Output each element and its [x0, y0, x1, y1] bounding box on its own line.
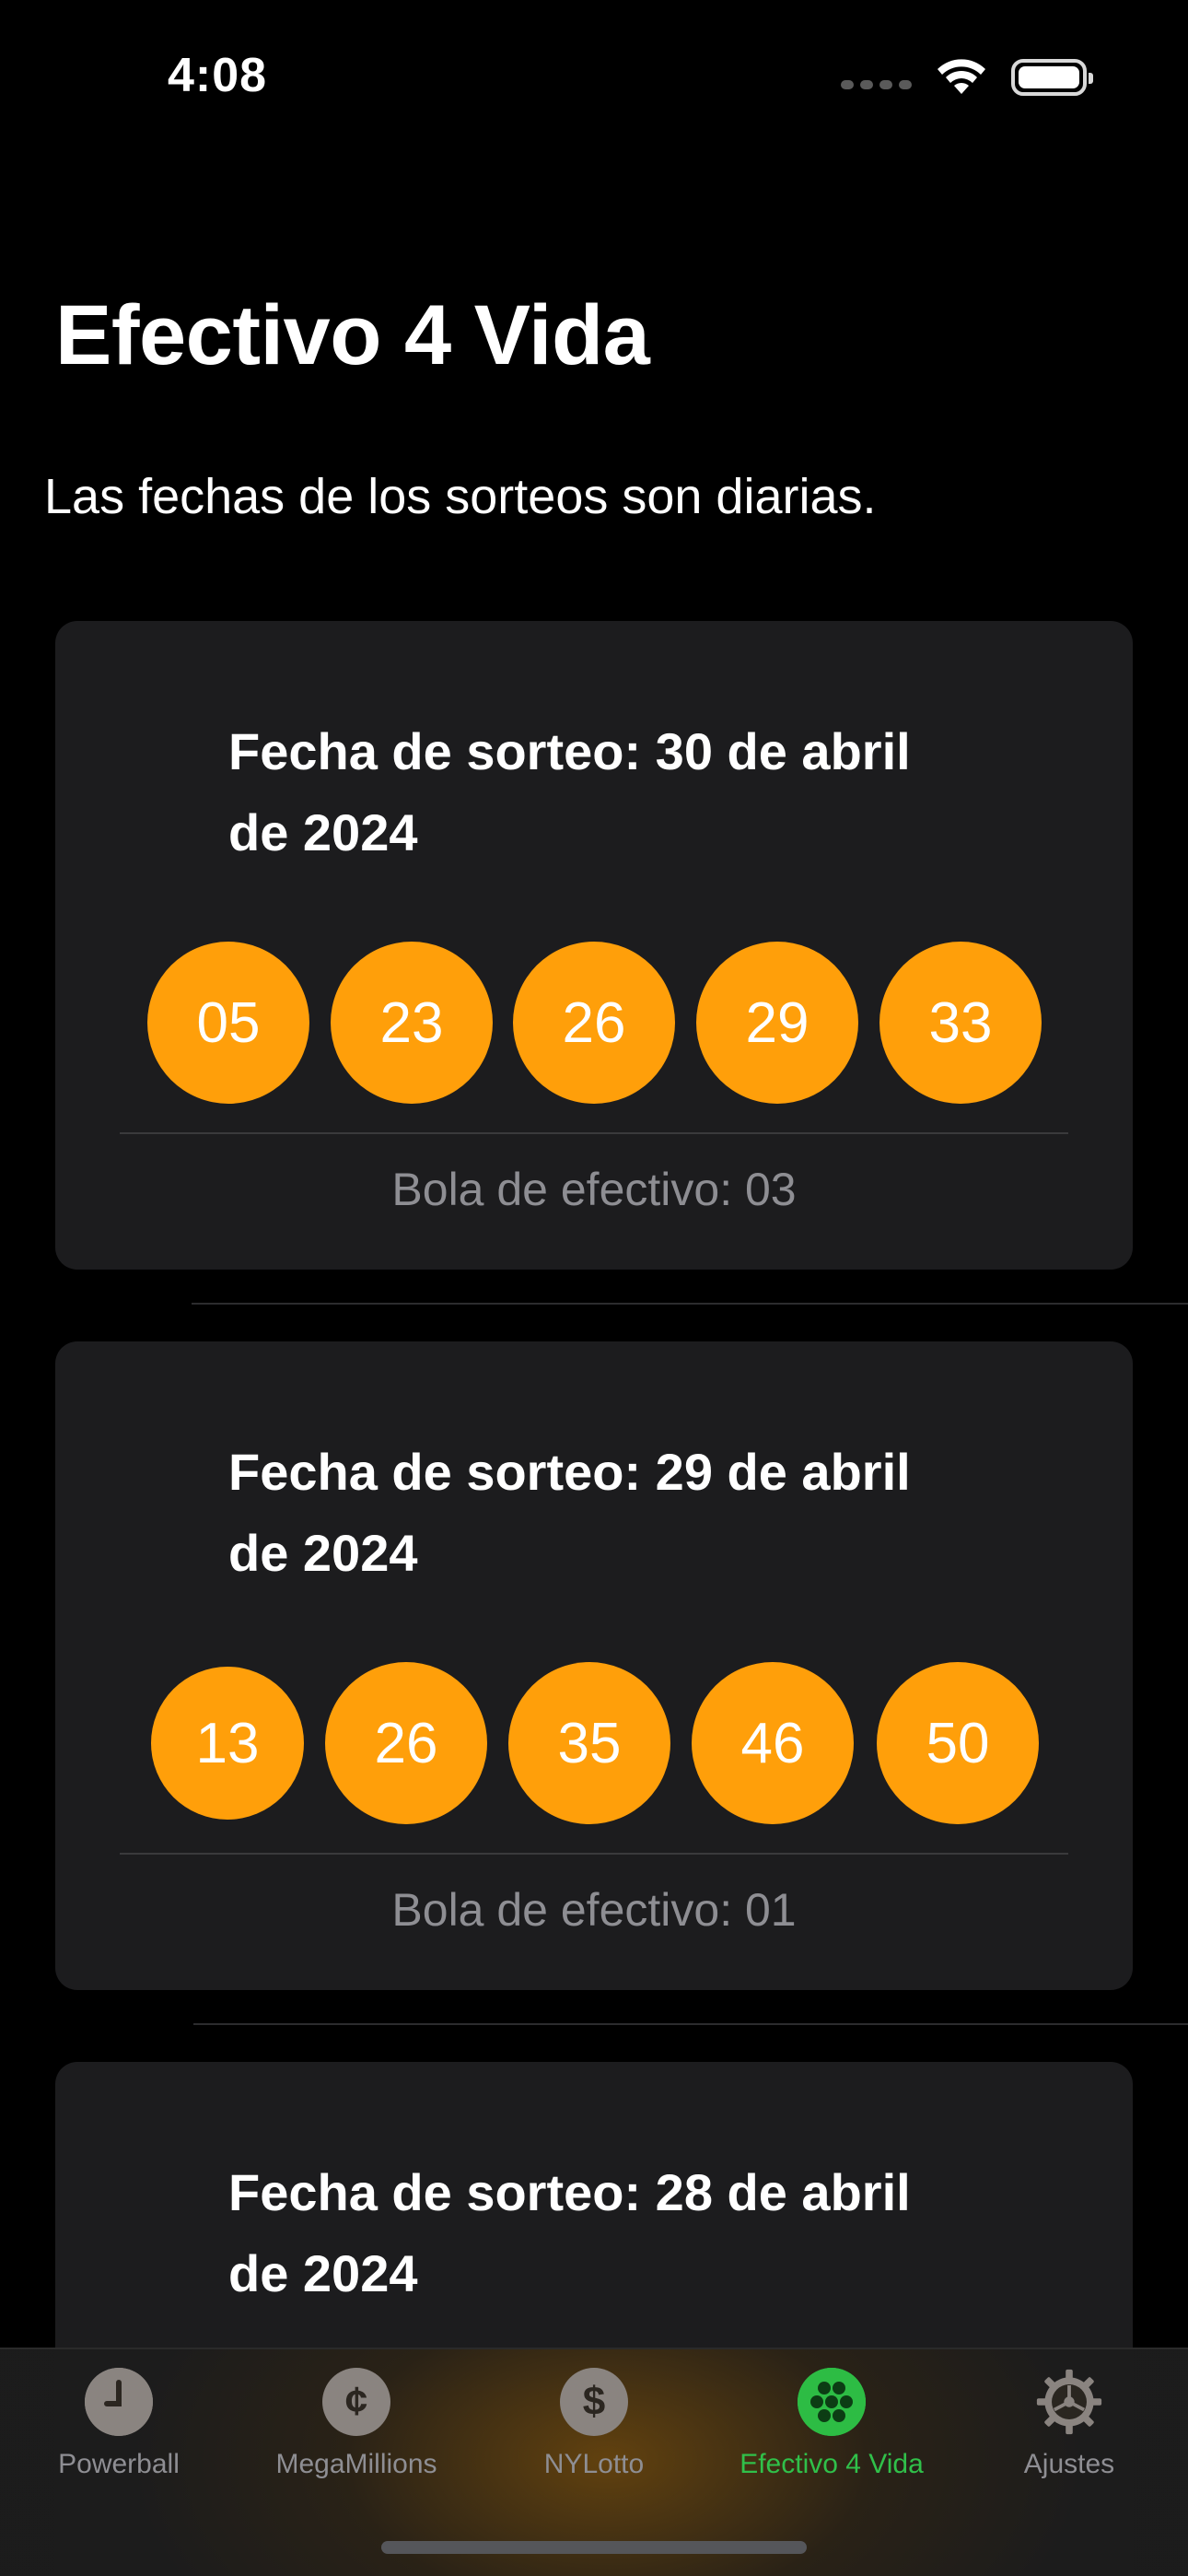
list-separator: [193, 2023, 1188, 2025]
cellular-signal-icon: [841, 80, 912, 89]
clock-icon: [85, 2368, 153, 2436]
list-separator: [192, 1303, 1188, 1305]
draw-date: Fecha de sorteo: 29 de abril de 2024: [228, 1432, 965, 1594]
number-ball: 35: [508, 1662, 670, 1824]
draw-date-line1: Fecha de sorteo: 28 de abril: [228, 2163, 911, 2221]
wifi-icon: [938, 59, 985, 94]
tab-label: Efectivo 4 Vida: [740, 2449, 924, 2479]
tab-label: Ajustes: [1023, 2449, 1115, 2479]
cash-ball-label: Bola de efectivo: 01: [391, 1884, 797, 1936]
number-ball: 50: [877, 1662, 1039, 1824]
tab-label: NYLotto: [543, 2449, 645, 2479]
draw-date-line2: de 2024: [228, 1524, 418, 1582]
number-ball: 05: [147, 942, 309, 1104]
tab-megamillions[interactable]: ¢ MegaMillions: [238, 2368, 475, 2480]
balls-icon: [798, 2368, 866, 2436]
dollar-icon: $: [560, 2368, 628, 2436]
page-title: Efectivo 4 Vida: [55, 288, 650, 382]
number-ball: 33: [879, 942, 1042, 1104]
home-indicator[interactable]: [381, 2541, 807, 2554]
tab-label: MegaMillions: [275, 2449, 437, 2479]
tab-ajustes[interactable]: Ajustes: [950, 2368, 1188, 2480]
status-icons: [841, 57, 1093, 98]
draw-date-line1: Fecha de sorteo: 29 de abril: [228, 1443, 911, 1501]
number-ball: 26: [513, 942, 675, 1104]
page-subtitle: Las fechas de los sorteos son diarias.: [44, 469, 877, 524]
winning-numbers: 05 23 26 29 33: [55, 942, 1133, 1104]
draw-card[interactable]: Fecha de sorteo: 29 de abril de 2024 13 …: [55, 1341, 1133, 1990]
number-ball: 46: [692, 1662, 854, 1824]
number-ball: 29: [696, 942, 858, 1104]
draw-date-line1: Fecha de sorteo: 30 de abril: [228, 722, 911, 780]
number-ball: 26: [325, 1662, 487, 1824]
draw-date-line2: de 2024: [228, 2244, 418, 2302]
gear-icon: [1035, 2368, 1103, 2436]
draw-card[interactable]: Fecha de sorteo: 30 de abril de 2024 05 …: [55, 621, 1133, 1270]
battery-icon: [1011, 59, 1093, 96]
cent-icon: ¢: [322, 2368, 390, 2436]
draw-date-line2: de 2024: [228, 803, 418, 861]
number-ball: 13: [151, 1667, 304, 1820]
number-ball: 23: [331, 942, 493, 1104]
tab-label: Powerball: [58, 2449, 180, 2479]
status-time: 4:08: [168, 49, 268, 102]
draw-date: Fecha de sorteo: 30 de abril de 2024: [228, 711, 965, 873]
card-divider: [120, 1853, 1068, 1855]
cash-ball-label: Bola de efectivo: 03: [391, 1164, 797, 1215]
tab-efectivo-4-vida[interactable]: Efectivo 4 Vida: [713, 2368, 950, 2480]
tab-nylotto[interactable]: $ NYLotto: [475, 2368, 713, 2480]
tab-powerball[interactable]: Powerball: [0, 2368, 238, 2480]
winning-numbers: 13 26 35 46 50: [55, 1662, 1133, 1824]
draw-date: Fecha de sorteo: 28 de abril de 2024: [228, 2152, 965, 2314]
card-divider: [120, 1132, 1068, 1134]
screen: 4:08 Efectivo 4 Vida Las fechas de los s…: [0, 0, 1188, 2576]
